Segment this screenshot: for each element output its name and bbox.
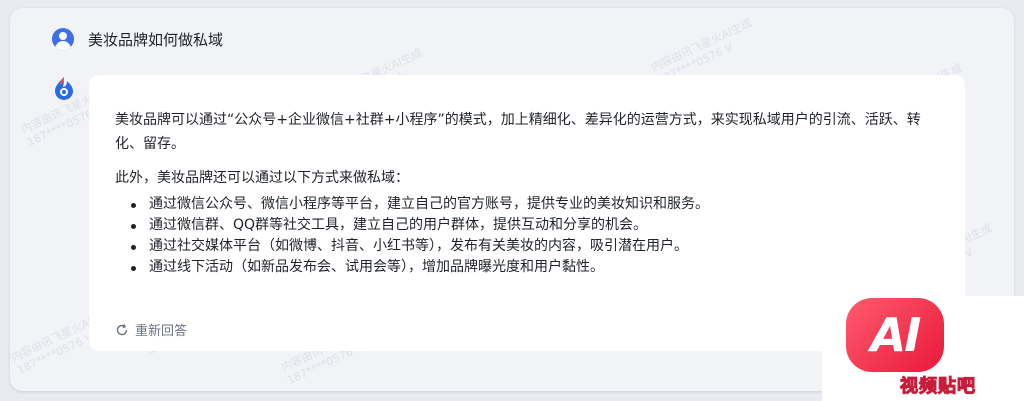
answer-bullet-list: 通过微信公众号、微信小程序等平台，建立自己的官方账号，提供专业的美妆知识和服务。… <box>115 194 939 278</box>
answer-paragraph: 美妆品牌可以通过“公众号+企业微信+社群+小程序”的模式，加上精细化、差异化的运… <box>115 112 921 152</box>
user-question-text: 美妆品牌如何做私域 <box>88 30 224 49</box>
list-item: 通过社交媒体平台（如微博、抖音、小红书等），发布有关美妆的内容，吸引潜在用户。 <box>131 236 939 257</box>
answer-footer: 重新回答 <box>115 320 950 340</box>
spark-logo-icon <box>52 76 76 102</box>
list-item: 通过微信公众号、微信小程序等平台，建立自己的官方账号，提供专业的美妆知识和服务。 <box>131 194 939 215</box>
list-item: 通过微信群、QQ群等社交工具，建立自己的用户群体，提供互动和分享的机会。 <box>131 215 939 236</box>
answer-paragraph: 此外，美妆品牌还可以通过以下方式来做私域： <box>115 170 409 186</box>
refresh-icon <box>116 323 128 335</box>
regenerate-button[interactable]: 重新回答 <box>115 320 187 339</box>
ai-logo: AI <box>846 298 944 372</box>
user-message: 美妆品牌如何做私域 <box>52 28 223 50</box>
ai-video-badge: AI 视频贴吧 <box>822 296 1024 401</box>
regenerate-label: 重新回答 <box>135 324 188 339</box>
user-avatar-icon <box>52 28 74 50</box>
badge-label: 视频贴吧 <box>900 376 976 398</box>
list-item: 通过线下活动（如新品发布会、试用会等），增加品牌曝光度和用户黏性。 <box>131 257 939 278</box>
answer-content: 美妆品牌可以通过“公众号+企业微信+社群+小程序”的模式，加上精细化、差异化的运… <box>115 108 939 278</box>
